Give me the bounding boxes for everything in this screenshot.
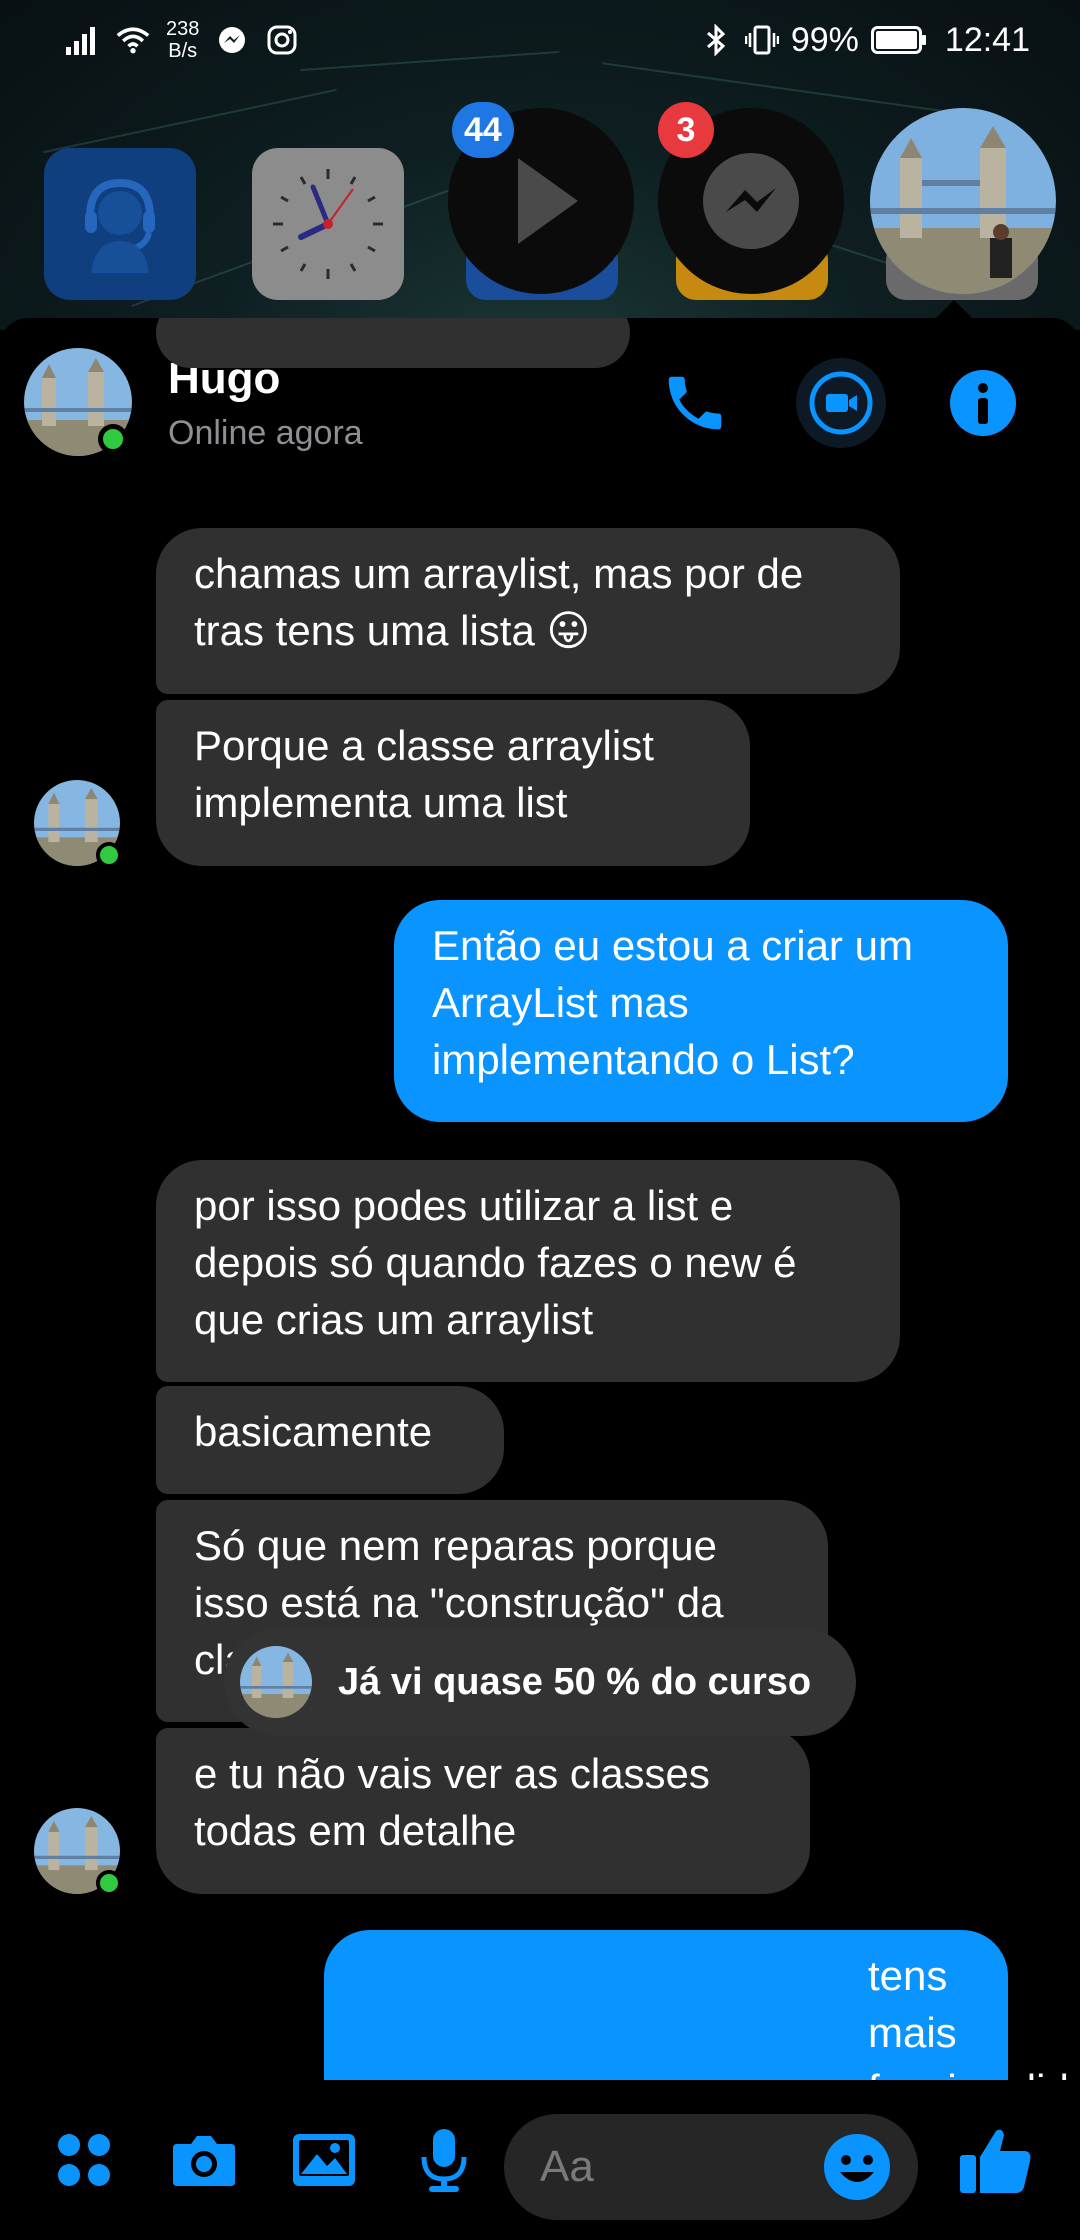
message-composer	[0, 2080, 1080, 2240]
bluetooth-icon	[699, 23, 733, 57]
instagram-notification-icon	[265, 23, 299, 57]
message-preview-toast[interactable]: Já vi quase 50 % do curso	[224, 1628, 856, 1736]
message-bubble-incoming[interactable]: e tu não vais ver as classes todas em de…	[156, 1728, 810, 1894]
chat-heads-row: 44 3	[0, 100, 1080, 320]
message-text: e tu não vais ver as classes todas em de…	[194, 1750, 710, 1854]
battery-icon	[870, 23, 927, 57]
image-icon	[293, 2134, 355, 2186]
message-bubble-incoming[interactable]: por isso podes utilizar a list e depois …	[156, 1160, 900, 1382]
message-text: basicamente	[194, 1408, 433, 1455]
video-unread-badge: 44	[452, 102, 514, 158]
online-indicator	[98, 424, 128, 454]
support-agent-app-icon[interactable]	[44, 148, 196, 300]
gallery-button[interactable]	[284, 2120, 364, 2200]
message-input-container[interactable]	[504, 2114, 918, 2220]
wifi-icon	[116, 23, 150, 57]
signal-icon	[66, 23, 100, 57]
toast-avatar	[240, 1646, 312, 1718]
voice-call-button[interactable]	[650, 358, 740, 448]
message-text: Porque a classe arraylist implementa uma…	[194, 722, 654, 826]
message-bubble-incoming[interactable]: Porque a classe arraylist implementa uma…	[156, 700, 750, 866]
message-bubble-partial[interactable]	[156, 318, 630, 368]
video-camera-icon	[809, 371, 873, 435]
like-button[interactable]	[956, 2120, 1036, 2200]
video-call-button[interactable]	[796, 358, 886, 448]
clock-time: 12:41	[944, 20, 1030, 59]
conversation-info-button[interactable]	[938, 358, 1028, 448]
thumbs-up-icon	[960, 2129, 1031, 2193]
toast-text: Já vi quase 50 % do curso	[338, 1660, 812, 1703]
info-icon	[950, 370, 1016, 436]
message-text: Então eu estou a criar um ArrayList mas …	[432, 922, 913, 1083]
microphone-icon	[421, 2129, 467, 2192]
network-speed: 238 B/s	[166, 18, 200, 62]
active-contact-chat-head[interactable]	[870, 108, 1056, 294]
online-indicator	[96, 842, 122, 868]
four-dots-icon	[58, 2134, 110, 2186]
message-bubble-incoming[interactable]: basicamente	[156, 1386, 504, 1494]
message-input[interactable]	[540, 2114, 840, 2220]
more-actions-button[interactable]	[44, 2120, 124, 2200]
messenger-unread-badge: 3	[658, 102, 714, 158]
battery-percent: 99%	[790, 20, 859, 59]
clock-app-icon[interactable]	[252, 148, 404, 300]
messenger-notification-icon	[215, 23, 249, 57]
chat-panel: Hugo Online agora chamas um arraylist, m…	[0, 318, 1080, 2240]
message-text: chamas um arraylist, mas por de tras ten…	[194, 550, 804, 654]
camera-button[interactable]	[164, 2120, 244, 2200]
message-text: por isso podes utilizar a list e depois …	[194, 1182, 797, 1343]
vibrate-icon	[744, 23, 779, 57]
voice-message-button[interactable]	[404, 2120, 484, 2200]
online-indicator	[96, 1870, 122, 1896]
phone-icon	[668, 376, 722, 430]
contact-status: Online agora	[168, 414, 363, 452]
message-bubble-outgoing[interactable]: Então eu estou a criar um ArrayList mas …	[394, 900, 1008, 1122]
status-bar: 238 B/s 99% 12:41	[0, 0, 1080, 80]
message-bubble-incoming[interactable]: chamas um arraylist, mas por de tras ten…	[156, 528, 900, 694]
smiley-icon	[824, 2134, 890, 2200]
emoji-button[interactable]	[820, 2130, 894, 2204]
camera-icon	[173, 2136, 235, 2186]
